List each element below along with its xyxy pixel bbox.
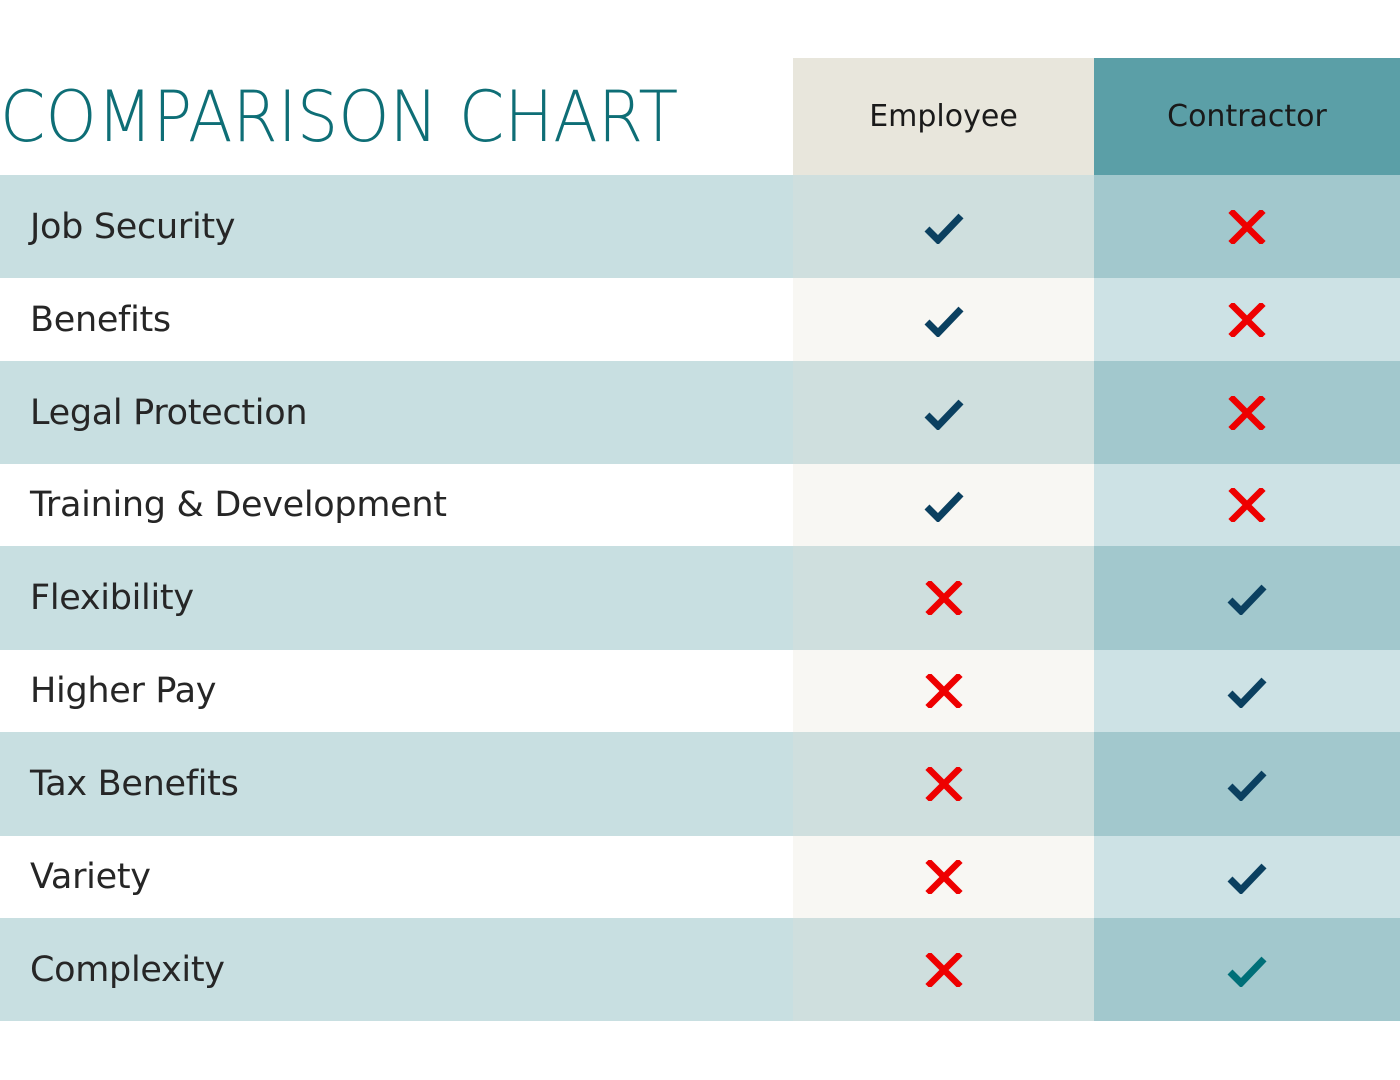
- checkmark-icon: [1227, 953, 1267, 987]
- chart-title: COMPARISON CHART: [0, 75, 679, 158]
- contractor-cell: [1094, 361, 1400, 464]
- table-row: Tax Benefits: [0, 732, 1400, 836]
- checkmark-icon: [1227, 860, 1267, 894]
- contractor-cell: [1094, 278, 1400, 361]
- row-label: Legal Protection: [0, 361, 793, 464]
- checkmark-icon: [1227, 767, 1267, 801]
- row-label: Complexity: [0, 918, 793, 1021]
- row-label: Higher Pay: [0, 650, 793, 732]
- row-label: Job Security: [0, 175, 793, 278]
- cross-icon: [924, 674, 964, 708]
- cross-icon: [924, 767, 964, 801]
- row-label: Benefits: [0, 278, 793, 361]
- employee-cell: [793, 175, 1094, 278]
- row-label: Variety: [0, 836, 793, 918]
- cross-icon: [1227, 302, 1267, 337]
- table-row: Variety: [0, 836, 1400, 918]
- checkmark-icon: [1227, 674, 1267, 708]
- employee-cell: [793, 836, 1094, 918]
- cross-icon: [924, 952, 964, 987]
- checkmark-icon: [924, 210, 964, 244]
- cross-icon: [1227, 395, 1267, 430]
- row-label: Flexibility: [0, 546, 793, 650]
- cross-icon: [924, 860, 964, 894]
- table-row: Complexity: [0, 918, 1400, 1021]
- checkmark-icon: [924, 488, 964, 522]
- employee-cell: [793, 361, 1094, 464]
- table-row: Higher Pay: [0, 650, 1400, 732]
- contractor-cell: [1094, 546, 1400, 650]
- employee-cell: [793, 278, 1094, 361]
- column-header-employee: Employee: [793, 58, 1094, 175]
- employee-cell: [793, 732, 1094, 836]
- employee-cell: [793, 546, 1094, 650]
- table-row: Benefits: [0, 278, 1400, 361]
- contractor-cell: [1094, 650, 1400, 732]
- employee-cell: [793, 918, 1094, 1021]
- table-row: Training & Development: [0, 464, 1400, 546]
- contractor-cell: [1094, 464, 1400, 546]
- employee-cell: [793, 464, 1094, 546]
- cross-icon: [1227, 488, 1267, 522]
- table-row: Flexibility: [0, 546, 1400, 650]
- row-label: Training & Development: [0, 464, 793, 546]
- checkmark-icon: [1227, 581, 1267, 615]
- table-row: Job Security: [0, 175, 1400, 278]
- employee-cell: [793, 650, 1094, 732]
- cross-icon: [1227, 209, 1267, 244]
- table-row: Legal Protection: [0, 361, 1400, 464]
- contractor-cell: [1094, 732, 1400, 836]
- row-label: Tax Benefits: [0, 732, 793, 836]
- checkmark-icon: [924, 396, 964, 430]
- checkmark-icon: [924, 303, 964, 337]
- contractor-cell: [1094, 175, 1400, 278]
- contractor-cell: [1094, 918, 1400, 1021]
- cross-icon: [924, 581, 964, 615]
- column-header-contractor: Contractor: [1094, 58, 1400, 175]
- contractor-cell: [1094, 836, 1400, 918]
